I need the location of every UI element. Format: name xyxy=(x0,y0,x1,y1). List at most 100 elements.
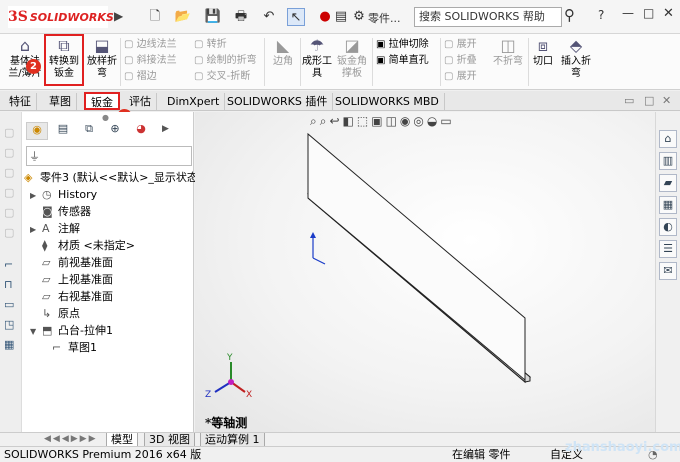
maximize-button[interactable]: □ xyxy=(643,6,654,20)
file-properties-icon[interactable]: ▤ xyxy=(332,8,350,26)
strip-tool-icon[interactable]: ▢ xyxy=(4,206,14,219)
strip-tool-icon[interactable]: ⊓ xyxy=(4,278,13,291)
restore-tab-icon[interactable]: ▭ xyxy=(624,94,634,107)
lofted-bend-button[interactable]: ⬓ 放样折弯 xyxy=(86,36,118,80)
tree-item-right-plane[interactable]: ▱ 右视基准面 xyxy=(30,289,113,305)
strip-tool-icon[interactable]: ▢ xyxy=(4,186,14,199)
configuration-tab-icon[interactable]: ⧉ xyxy=(78,122,100,140)
expand-arrow-icon[interactable]: ▶ xyxy=(30,188,42,204)
panel-grip[interactable]: ● xyxy=(102,113,109,122)
tree-item-top-plane[interactable]: ▱ 上视基准面 xyxy=(30,272,113,288)
tree-item-history[interactable]: ▶ ◷ History xyxy=(30,187,97,204)
ribbon-separator xyxy=(264,38,265,86)
tree-item-front-plane[interactable]: ▱ 前视基准面 xyxy=(30,255,113,271)
strip-tool-icon[interactable]: ▭ xyxy=(4,298,14,311)
open-document-icon[interactable]: 📂 xyxy=(174,8,192,26)
maximize-tab-icon[interactable]: □ xyxy=(644,94,654,107)
strip-tool-icon[interactable]: ▢ xyxy=(4,166,14,179)
view-palette-icon[interactable]: ▦ xyxy=(659,196,677,214)
tree-item-material[interactable]: ⧫ 材质 <未指定> xyxy=(30,238,135,254)
part-icon: ◈ xyxy=(24,171,33,184)
rip-button[interactable]: ⧈ 切口 xyxy=(530,36,556,68)
tab-features[interactable]: 特征 xyxy=(4,93,37,111)
fold-button[interactable]: ▢ 折叠 xyxy=(444,54,477,68)
new-document-icon[interactable]: 🗋 xyxy=(146,8,164,26)
convert-to-sheet-label: 转换到钣金 xyxy=(49,56,79,79)
sheet-gusset-button[interactable]: ◪ 钣金角撑板 xyxy=(334,36,370,80)
tab-motion-study[interactable]: 运动算例 1 xyxy=(200,433,265,447)
tree-item-sensors[interactable]: ◙ 传感器 xyxy=(30,204,91,220)
brand-label: SOLIDWORKS xyxy=(29,10,114,24)
save-icon[interactable]: 💾 xyxy=(204,8,222,26)
jog-button[interactable]: ▢ 转折 xyxy=(194,38,227,52)
flatten-button[interactable]: ▢ 展开 xyxy=(444,70,477,84)
tree-filter-input[interactable]: ⏚ xyxy=(26,146,192,166)
tab-dimxpert[interactable]: DimXpert xyxy=(162,93,226,111)
minimize-button[interactable]: — xyxy=(622,6,634,20)
plane-icon: ▱ xyxy=(42,290,51,303)
corners-button[interactable]: ◣ 边角 xyxy=(268,36,298,68)
strip-tool-icon[interactable]: ◳ xyxy=(4,318,14,331)
simple-hole-button[interactable]: ▣ 简单直孔 xyxy=(376,54,429,68)
help-search-input[interactable]: 搜索 SOLIDWORKS 帮助 xyxy=(414,7,562,27)
tab-sketch[interactable]: 草图 xyxy=(44,93,77,111)
tab-3d-views[interactable]: 3D 视图 xyxy=(144,433,195,447)
miter-flange-button[interactable]: ▢ 斜接法兰 xyxy=(124,54,177,68)
strip-tool-icon[interactable]: ⌐ xyxy=(4,258,13,271)
collapse-arrow-icon[interactable]: ▼ xyxy=(30,324,42,340)
display-manager-tab-icon[interactable]: ◕ xyxy=(130,122,152,140)
strip-tool-icon[interactable]: ▢ xyxy=(4,126,14,139)
solidworks-resources-icon[interactable]: ⌂ xyxy=(659,130,677,148)
close-button[interactable]: ✕ xyxy=(663,6,674,21)
sheet-plate-front[interactable] xyxy=(307,132,526,382)
tree-item-origin[interactable]: ↳ 原点 xyxy=(30,306,80,322)
help-button[interactable]: ? xyxy=(598,8,604,22)
unfold-button[interactable]: ▢ 展开 xyxy=(444,38,477,52)
search-icon[interactable]: ⚲ xyxy=(564,6,575,24)
custom-properties-icon[interactable]: ☰ xyxy=(659,240,677,258)
tree-item-sketch[interactable]: ⌐ 草图1 xyxy=(52,340,97,356)
more-tabs-icon[interactable]: ▶ xyxy=(162,124,169,134)
undo-icon[interactable]: ↶ xyxy=(260,8,278,26)
graphics-area[interactable]: ⌕⌕↩◧⬚▣◫◉◎◒▭ Y X Z *等轴测 xyxy=(195,112,655,432)
extruded-cut-button[interactable]: ▣ 拉伸切除 xyxy=(376,38,429,52)
design-library-icon[interactable]: ▥ xyxy=(659,152,677,170)
tab-scroll-arrows-icon[interactable]: ◀◀◀▶▶▶ xyxy=(44,434,98,444)
step-badge-2: 2 xyxy=(26,59,41,74)
tree-item-part[interactable]: ◈ 零件3 (默认<<默认>_显示状态 xyxy=(24,170,198,186)
tab-model[interactable]: 模型 xyxy=(106,433,138,447)
property-manager-tab-icon[interactable]: ▤ xyxy=(52,122,74,140)
appearances-icon[interactable]: ◐ xyxy=(659,218,677,236)
print-icon[interactable]: 🖶 xyxy=(232,8,250,26)
base-flange-button[interactable]: ⌂ 基体法兰/薄片 xyxy=(4,36,46,80)
edge-flange-button[interactable]: ▢ 边线法兰 xyxy=(124,38,177,52)
strip-tool-icon[interactable]: ▢ xyxy=(4,226,14,239)
strip-tool-icon[interactable]: ▢ xyxy=(4,146,14,159)
no-bends-button[interactable]: ◫ 不折弯 xyxy=(490,36,526,68)
expand-arrow-icon[interactable]: ▶ xyxy=(30,222,42,238)
options-gear-icon[interactable]: ⚙ xyxy=(350,8,368,26)
strip-tool-icon[interactable]: ▦ xyxy=(4,338,14,351)
select-icon[interactable]: ↖ xyxy=(287,8,305,26)
solidworks-logo[interactable]: 3S SOLIDWORKS xyxy=(8,6,114,28)
insert-bends-button[interactable]: ⬘ 插入折弯 xyxy=(558,36,594,80)
forming-tool-button[interactable]: ☂ 成形工具 xyxy=(302,36,332,80)
cross-break-button[interactable]: ▢ 交叉-折断 xyxy=(194,70,250,84)
tab-mbd[interactable]: SOLIDWORKS MBD xyxy=(330,93,445,111)
convert-to-sheet-metal-button[interactable]: ⧉ 转换到钣金 xyxy=(44,34,84,86)
tree-item-annotations[interactable]: ▶ A 注解 xyxy=(30,221,80,238)
tab-sheet-metal[interactable]: 钣金 xyxy=(84,92,120,110)
tab-addins[interactable]: SOLIDWORKS 插件 xyxy=(222,93,334,111)
sketched-bend-button[interactable]: ▢ 绘制的折弯 xyxy=(194,54,257,68)
menu-expand-icon[interactable]: ▶ xyxy=(114,9,123,23)
hem-button[interactable]: ▢ 褶边 xyxy=(124,70,157,84)
feature-tree-tab-icon[interactable]: ◉ xyxy=(26,122,48,140)
left-toolstrip: ▢ ▢ ▢ ▢ ▢ ▢ ⌐ ⊓ ▭ ◳ ▦ xyxy=(0,112,22,432)
forming-tool-icon: ☂ xyxy=(309,36,325,55)
forum-icon[interactable]: ✉ xyxy=(659,262,677,280)
tab-evaluate[interactable]: 评估 xyxy=(124,93,157,111)
file-explorer-icon[interactable]: ▰ xyxy=(659,174,677,192)
tree-item-boss-extrude[interactable]: ▼ ⬒ 凸台-拉伸1 xyxy=(30,323,113,340)
dimxpert-tab-icon[interactable]: ⊕ xyxy=(104,122,126,140)
close-tab-icon[interactable]: ✕ xyxy=(662,94,671,107)
